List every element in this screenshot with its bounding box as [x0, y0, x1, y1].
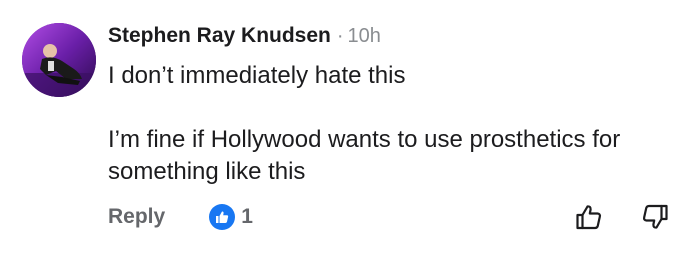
author-name[interactable]: Stephen Ray Knudsen: [108, 24, 331, 48]
reaction-count: 1: [241, 205, 253, 228]
comment-body: I don’t immediately hate this I’m fine i…: [108, 60, 668, 188]
comment-line: I don’t immediately hate this: [108, 62, 406, 89]
comment-timestamp[interactable]: 10h: [348, 25, 381, 48]
downvote-button[interactable]: [638, 200, 672, 234]
avatar-photo: [22, 23, 96, 97]
comment-line: I’m fine if Hollywood wants to use prost…: [108, 126, 621, 185]
reply-button[interactable]: Reply: [108, 205, 165, 229]
reaction-summary[interactable]: 1: [209, 204, 253, 230]
upvote-button[interactable]: [572, 200, 606, 234]
thumbs-up-icon: [576, 205, 602, 230]
comment-actions: Reply 1: [108, 202, 253, 232]
like-icon: [209, 204, 236, 230]
comment-header: Stephen Ray Knudsen · 10h: [108, 24, 381, 52]
thumbs-down-icon: [642, 204, 668, 229]
header-separator: ·: [336, 25, 344, 47]
avatar[interactable]: [22, 23, 96, 97]
